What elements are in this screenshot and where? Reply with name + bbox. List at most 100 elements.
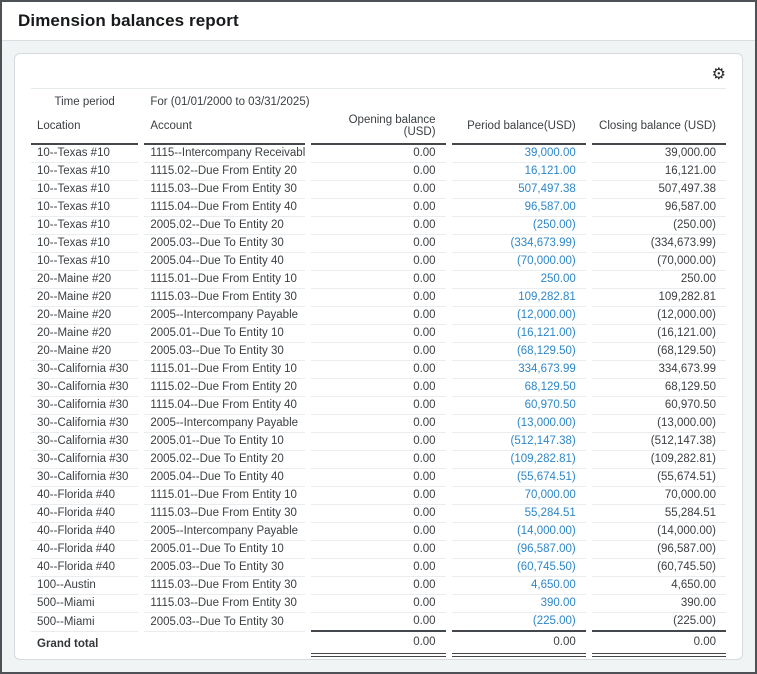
location-cell: 40--Florida #40 [31,505,138,523]
period-balance-link[interactable]: 96,587.00 [525,201,576,213]
location-cell: 20--Maine #20 [31,343,138,361]
table-row: 20--Maine #202005--Intercompany Payable0… [31,307,726,325]
account-cell: 2005--Intercompany Payable [144,415,305,433]
closing-balance-cell: (250.00) [592,217,726,235]
account-cell: 2005.03--Due To Entity 30 [144,613,305,632]
closing-balance-cell: (70,000.00) [592,253,726,271]
period-balance-link[interactable]: (96,587.00) [517,543,576,555]
period-balance-link[interactable]: (13,000.00) [517,417,576,429]
location-cell: 30--California #30 [31,415,138,433]
period-balance-link[interactable]: 70,000.00 [525,489,576,501]
period-balance-link[interactable]: (250.00) [533,219,576,231]
balances-table: Time period For (01/01/2000 to 03/31/202… [25,91,732,657]
location-cell: 20--Maine #20 [31,325,138,343]
table-row: 10--Texas #101115.03--Due From Entity 30… [31,181,726,199]
location-cell: 40--Florida #40 [31,541,138,559]
period-balance-link[interactable]: 4,650.00 [531,579,576,591]
opening-balance-cell: 0.00 [311,469,445,487]
closing-balance-cell: (16,121.00) [592,325,726,343]
opening-balance-cell: 0.00 [311,487,445,505]
period-balance-link[interactable]: (12,000.00) [517,309,576,321]
period-balance-cell: 55,284.51 [452,505,586,523]
period-balance-cell: (14,000.00) [452,523,586,541]
period-balance-link[interactable]: 16,121.00 [525,165,576,177]
column-header-account: Account [144,112,305,145]
period-balance-link[interactable]: (60,745.50) [517,561,576,573]
period-balance-link[interactable]: (55,674.51) [517,471,576,483]
table-row: 10--Texas #101115.02--Due From Entity 20… [31,163,726,181]
location-cell: 500--Miami [31,595,138,613]
grand-total-period-balance: 0.00 [452,632,586,657]
opening-balance-cell: 0.00 [311,577,445,595]
closing-balance-cell: 250.00 [592,271,726,289]
table-row: 40--Florida #40 2005--Intercompany Payabl… [31,523,726,541]
period-balance-link[interactable]: 507,497.38 [518,183,576,195]
closing-balance-cell: 70,000.00 [592,487,726,505]
period-balance-link[interactable]: (109,282.81) [511,453,576,465]
period-balance-link[interactable]: 390.00 [541,597,576,609]
period-balance-link[interactable]: 68,129.50 [525,381,576,393]
opening-balance-cell: 0.00 [311,433,445,451]
period-balance-link[interactable]: (16,121.00) [517,327,576,339]
account-cell: 2005--Intercompany Payable [144,307,305,325]
account-cell: 1115.02--Due From Entity 20 [144,163,305,181]
period-balance-cell: 39,000.00 [452,145,586,163]
location-cell: 30--California #30 [31,361,138,379]
period-balance-link[interactable]: (334,673.99) [511,237,576,249]
location-cell: 40--Florida #40 [31,523,138,541]
closing-balance-cell: (14,000.00) [592,523,726,541]
location-cell: 500--Miami [31,613,138,632]
table-row: 40--Florida #401115.01--Due From Entity … [31,487,726,505]
closing-balance-cell: 60,970.50 [592,397,726,415]
period-balance-link[interactable]: (70,000.00) [517,255,576,267]
opening-balance-cell: 0.00 [311,523,445,541]
opening-balance-cell: 0.00 [311,163,445,181]
closing-balance-cell: 96,587.00 [592,199,726,217]
period-balance-cell: (68,129.50) [452,343,586,361]
time-period-row: Time period For (01/01/2000 to 03/31/202… [31,91,726,112]
opening-balance-cell: 0.00 [311,289,445,307]
period-balance-link[interactable]: 250.00 [541,273,576,285]
table-row: 30--California #302005.01--Due To Entity… [31,433,726,451]
account-cell: 2005.03--Due To Entity 30 [144,235,305,253]
account-cell: 2005.03--Due To Entity 30 [144,343,305,361]
closing-balance-cell: (12,000.00) [592,307,726,325]
period-balance-link[interactable]: (512,147.38) [511,435,576,447]
period-balance-link[interactable]: (225.00) [533,615,576,627]
period-balance-link[interactable]: 39,000.00 [525,147,576,159]
settings-gear-icon[interactable]: ⚙ [712,67,726,83]
report-window: Dimension balances report ⚙ Time period … [0,0,757,674]
location-cell: 10--Texas #10 [31,253,138,271]
location-cell: 40--Florida #40 [31,487,138,505]
opening-balance-cell: 0.00 [311,325,445,343]
table-body: 10--Texas #101115--Intercompany Receivab… [31,145,726,632]
location-cell: 10--Texas #10 [31,181,138,199]
account-cell: 1115.03--Due From Entity 30 [144,505,305,523]
account-cell: 1115.01--Due From Entity 10 [144,361,305,379]
column-header-location: Location [31,112,138,145]
period-balance-link[interactable]: (14,000.00) [517,525,576,537]
closing-balance-cell: (512,147.38) [592,433,726,451]
closing-balance-cell: 334,673.99 [592,361,726,379]
account-cell: 2005.01--Due To Entity 10 [144,433,305,451]
account-cell: 2005--Intercompany Payable [144,523,305,541]
table-row: 30--California #302005.02--Due To Entity… [31,451,726,469]
grand-total-spacer [144,632,305,657]
period-balance-link[interactable]: (68,129.50) [517,345,576,357]
location-cell: 30--California #30 [31,397,138,415]
location-cell: 20--Maine #20 [31,271,138,289]
period-balance-link[interactable]: 60,970.50 [525,399,576,411]
period-balance-link[interactable]: 109,282.81 [518,291,576,303]
table-row: 20--Maine #202005.01--Due To Entity 100.… [31,325,726,343]
table-row: 10--Texas #102005.03--Due To Entity 300.… [31,235,726,253]
opening-balance-cell: 0.00 [311,415,445,433]
table-row: 10--Texas #102005.02--Due To Entity 200.… [31,217,726,235]
table-row: 10--Texas #101115.04--Due From Entity 40… [31,199,726,217]
opening-balance-cell: 0.00 [311,307,445,325]
closing-balance-cell: 390.00 [592,595,726,613]
period-balance-cell: 4,650.00 [452,577,586,595]
period-balance-link[interactable]: 55,284.51 [525,507,576,519]
opening-balance-cell: 0.00 [311,361,445,379]
opening-balance-cell: 0.00 [311,199,445,217]
period-balance-link[interactable]: 334,673.99 [518,363,576,375]
